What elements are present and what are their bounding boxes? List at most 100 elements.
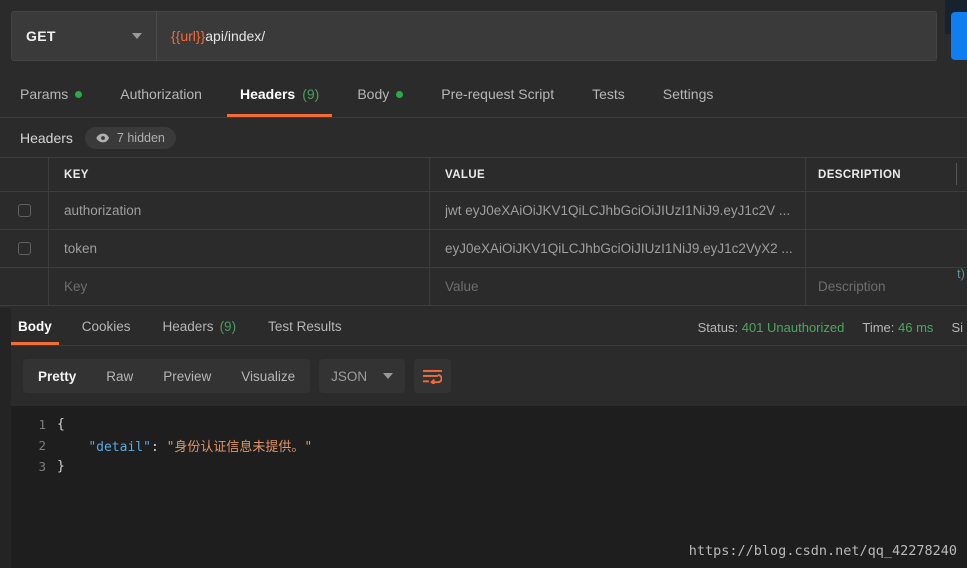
response-tab-headers[interactable]: Headers (9) bbox=[147, 308, 253, 345]
new-row-key-cell[interactable]: Key bbox=[49, 268, 430, 305]
tab-tests[interactable]: Tests bbox=[573, 71, 644, 117]
eye-icon bbox=[96, 133, 109, 142]
row-value-cell[interactable]: jwt eyJ0eXAiOiJKV1QiLCJhbGciOiJIUzI1NiJ9… bbox=[430, 192, 806, 229]
request-bar: GET {{url}}api/index/ bbox=[0, 0, 967, 71]
response-tab-cookies-label: Cookies bbox=[81, 319, 131, 334]
column-header-description: DESCRIPTION bbox=[818, 168, 901, 181]
row-value-text: eyJ0eXAiOiJKV1QiLCJhbGciOiJIUzI1NiJ9.eyJ… bbox=[445, 241, 793, 256]
line-number: 1 bbox=[38, 417, 46, 432]
row-checkbox-cell bbox=[0, 192, 49, 229]
new-row-checkbox-cell bbox=[0, 268, 49, 305]
status-label: Status: bbox=[697, 319, 739, 335]
tab-body[interactable]: Body bbox=[338, 71, 422, 117]
url-input[interactable]: {{url}}api/index/ bbox=[157, 12, 936, 60]
response-tab-test-results-label: Test Results bbox=[268, 319, 342, 334]
response-left-gutter bbox=[0, 308, 11, 568]
line-content: } bbox=[57, 459, 65, 474]
line-number: 3 bbox=[38, 459, 46, 474]
url-path: api/index/ bbox=[205, 28, 266, 44]
row-checkbox[interactable] bbox=[17, 242, 31, 255]
watermark: https://blog.csdn.net/qq_42278240 bbox=[688, 543, 957, 559]
new-row-value-placeholder: Value bbox=[445, 279, 479, 294]
column-header-key: KEY bbox=[64, 168, 89, 181]
hidden-headers-label: 7 hidden bbox=[116, 130, 165, 145]
response-view-mode-group: Pretty Raw Preview Visualize bbox=[23, 359, 311, 393]
tab-headers-count: (9) bbox=[302, 86, 320, 102]
tab-headers-label: Headers bbox=[239, 86, 296, 102]
status-badge: Status: 401 Unauthorized bbox=[698, 320, 845, 335]
json-key: "detail" bbox=[88, 440, 151, 455]
view-mode-raw[interactable]: Raw bbox=[91, 359, 148, 393]
row-key-cell[interactable]: token bbox=[49, 230, 430, 267]
response-body-code[interactable]: 1 { 2 "detail": "身份认证信息未提供。" 3 } https:/… bbox=[11, 406, 967, 568]
headers-toolbar: Headers 7 hidden bbox=[0, 118, 967, 158]
response-status-area: Status: 401 Unauthorized Time: 46 ms Si bbox=[698, 308, 967, 346]
tab-body-label: Body bbox=[357, 86, 390, 102]
new-row-key-placeholder: Key bbox=[64, 279, 88, 294]
request-tab-bar: Params Authorization Headers (9) Body Pr… bbox=[0, 71, 967, 118]
tab-authorization[interactable]: Authorization bbox=[101, 71, 221, 117]
tab-headers[interactable]: Headers (9) bbox=[221, 71, 338, 117]
http-method-select[interactable]: GET bbox=[12, 12, 157, 60]
url-variable: {{url}} bbox=[171, 28, 206, 44]
chevron-down-icon bbox=[383, 373, 394, 379]
tab-settings-label: Settings bbox=[662, 86, 714, 102]
code-line: 2 "detail": "身份认证信息未提供。" bbox=[11, 435, 967, 456]
view-mode-visualize[interactable]: Visualize bbox=[226, 359, 310, 393]
row-key-text: authorization bbox=[64, 203, 142, 218]
header-key-column: KEY bbox=[49, 158, 430, 191]
new-row-description-placeholder: Description bbox=[818, 279, 886, 294]
tab-params[interactable]: Params bbox=[20, 71, 101, 117]
response-tab-cookies[interactable]: Cookies bbox=[66, 308, 147, 345]
word-wrap-toggle[interactable] bbox=[414, 359, 452, 393]
row-key-text: token bbox=[64, 241, 98, 256]
tab-authorization-label: Authorization bbox=[120, 86, 202, 102]
tab-pre-request-script-label: Pre-request Script bbox=[441, 86, 555, 102]
tab-pre-request-script[interactable]: Pre-request Script bbox=[422, 71, 573, 117]
tab-tests-label: Tests bbox=[592, 86, 625, 102]
view-mode-pretty[interactable]: Pretty bbox=[23, 359, 91, 393]
row-description-cell[interactable] bbox=[806, 230, 967, 267]
response-tab-headers-count: (9) bbox=[219, 319, 237, 334]
json-colon: : bbox=[150, 440, 167, 455]
row-description-cell[interactable] bbox=[806, 192, 967, 229]
table-header-row: KEY VALUE DESCRIPTION bbox=[0, 158, 967, 192]
row-checkbox[interactable] bbox=[17, 204, 31, 217]
row-checkbox-cell bbox=[0, 230, 49, 267]
size-badge: Si bbox=[951, 319, 963, 335]
http-method-label: GET bbox=[26, 28, 56, 44]
word-wrap-icon bbox=[423, 369, 443, 384]
hidden-headers-toggle[interactable]: 7 hidden bbox=[84, 126, 176, 149]
headers-section-title: Headers bbox=[20, 129, 73, 146]
time-label: Time: bbox=[862, 319, 895, 335]
tab-settings[interactable]: Settings bbox=[644, 71, 733, 117]
response-tab-body[interactable]: Body bbox=[11, 308, 66, 345]
time-badge: Time: 46 ms bbox=[862, 320, 933, 335]
column-resize-handle[interactable] bbox=[956, 163, 957, 185]
line-number: 2 bbox=[38, 438, 46, 453]
row-key-cell[interactable]: authorization bbox=[49, 192, 430, 229]
code-line: 3 } bbox=[11, 456, 967, 477]
view-mode-preview[interactable]: Preview bbox=[148, 359, 226, 393]
header-checkbox-column bbox=[0, 158, 49, 191]
response-tab-headers-label: Headers bbox=[162, 319, 214, 334]
new-row-description-cell[interactable]: Description bbox=[806, 268, 967, 305]
header-description-column: DESCRIPTION bbox=[806, 158, 967, 191]
status-value: 401 Unauthorized bbox=[741, 319, 845, 335]
row-value-cell[interactable]: eyJ0eXAiOiJKV1QiLCJhbGciOiJIUzI1NiJ9.eyJ… bbox=[430, 230, 806, 267]
table-new-row: Key Value Description bbox=[0, 268, 967, 306]
send-button[interactable] bbox=[951, 12, 967, 60]
line-content: "detail": "身份认证信息未提供。" bbox=[57, 436, 312, 455]
header-value-column: VALUE bbox=[430, 158, 806, 191]
row-value-text: jwt eyJ0eXAiOiJKV1QiLCJhbGciOiJIUzI1NiJ9… bbox=[445, 203, 791, 218]
body-modified-dot-icon bbox=[396, 90, 404, 98]
table-row: authorization jwt eyJ0eXAiOiJKV1QiLCJhbG… bbox=[0, 192, 967, 230]
new-row-value-cell[interactable]: Value bbox=[430, 268, 806, 305]
response-tab-test-results[interactable]: Test Results bbox=[252, 308, 358, 345]
chevron-down-icon bbox=[132, 33, 142, 39]
table-row: token eyJ0eXAiOiJKV1QiLCJhbGciOiJIUzI1Ni… bbox=[0, 230, 967, 268]
response-format-select[interactable]: JSON bbox=[319, 359, 406, 393]
url-input-group: GET {{url}}api/index/ bbox=[11, 11, 937, 61]
column-header-value: VALUE bbox=[445, 168, 486, 181]
sidebar-text-fragment: t) bbox=[957, 266, 965, 281]
